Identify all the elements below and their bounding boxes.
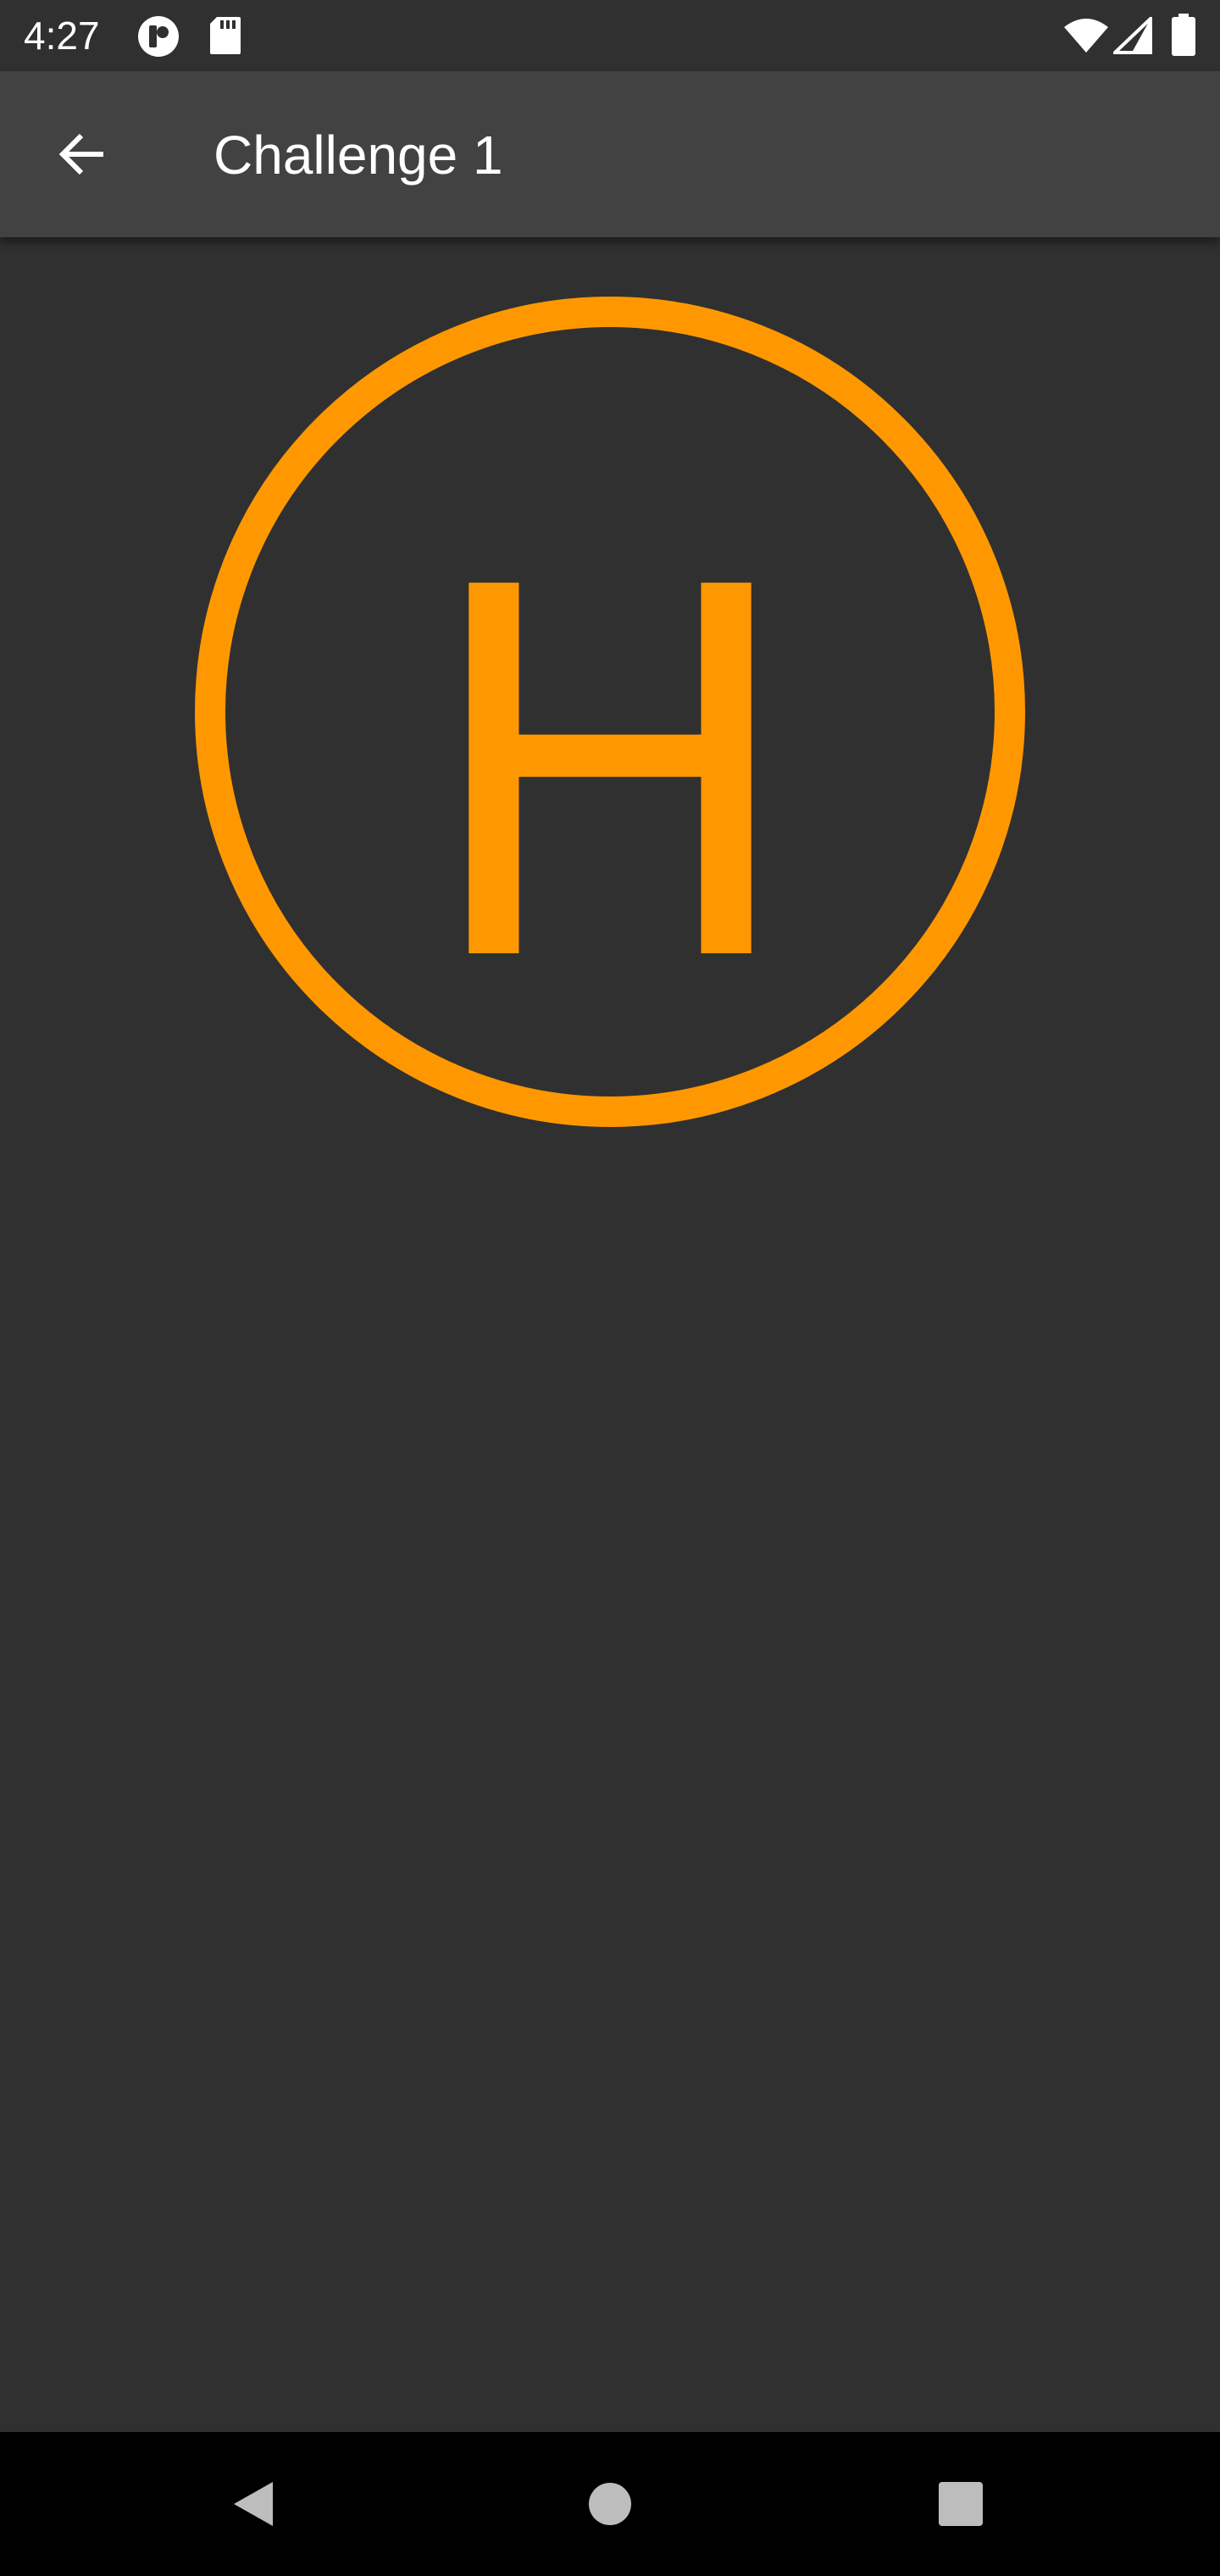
wifi-icon xyxy=(1062,17,1110,58)
status-bar: 4:27 xyxy=(0,0,1220,71)
sd-card-icon xyxy=(208,15,242,60)
back-triangle-icon xyxy=(234,2482,273,2526)
cell-signal-icon xyxy=(1111,14,1152,58)
nav-back-button[interactable] xyxy=(203,2453,305,2555)
arrow-back-icon xyxy=(58,133,103,175)
pocket-casts-icon xyxy=(136,14,181,64)
navigation-bar xyxy=(0,2432,1220,2576)
status-time: 4:27 xyxy=(24,14,100,58)
content-area: H xyxy=(0,237,1220,2432)
battery-icon xyxy=(1171,14,1196,60)
letter-badge: H xyxy=(195,297,1025,1127)
recents-square-icon xyxy=(939,2482,983,2526)
page-title: Challenge 1 xyxy=(214,125,503,186)
nav-recents-button[interactable] xyxy=(910,2453,1012,2555)
back-button[interactable] xyxy=(34,107,129,202)
nav-home-button[interactable] xyxy=(559,2453,661,2555)
screen: 4:27 Challenge 1 H xyxy=(0,0,1220,2576)
app-bar: Challenge 1 xyxy=(0,71,1220,237)
home-circle-icon xyxy=(589,2483,631,2525)
badge-letter: H xyxy=(419,481,801,1074)
